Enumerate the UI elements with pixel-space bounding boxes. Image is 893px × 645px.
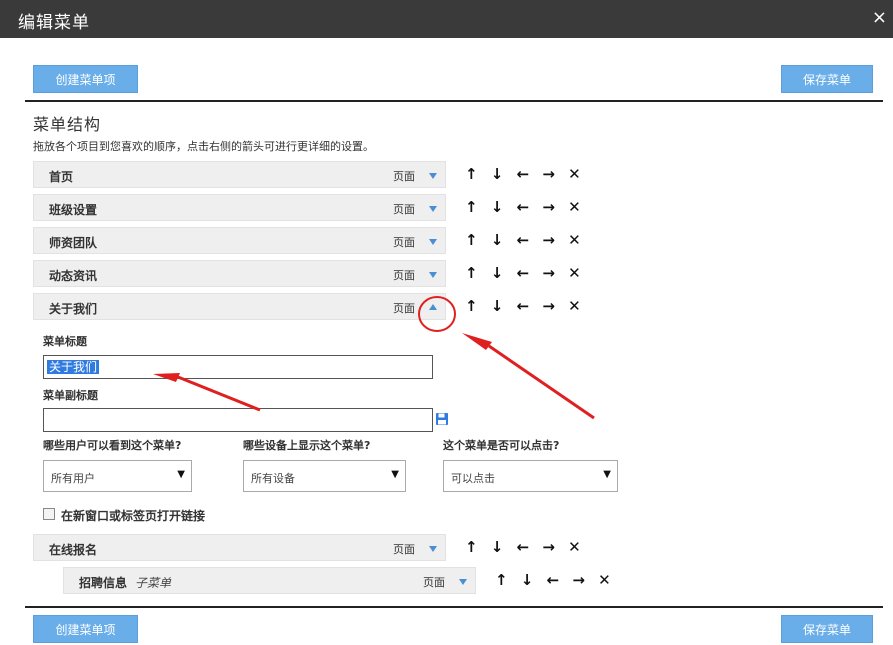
annotation-arrow-left-shaft (177, 375, 261, 412)
annotation-arrow-right (462, 333, 492, 350)
annotation-arrow-right-shaft (488, 344, 595, 420)
annotation-circle (418, 296, 456, 332)
annotation-overlay (153, 296, 595, 420)
annotation-arrow-left (153, 373, 180, 382)
